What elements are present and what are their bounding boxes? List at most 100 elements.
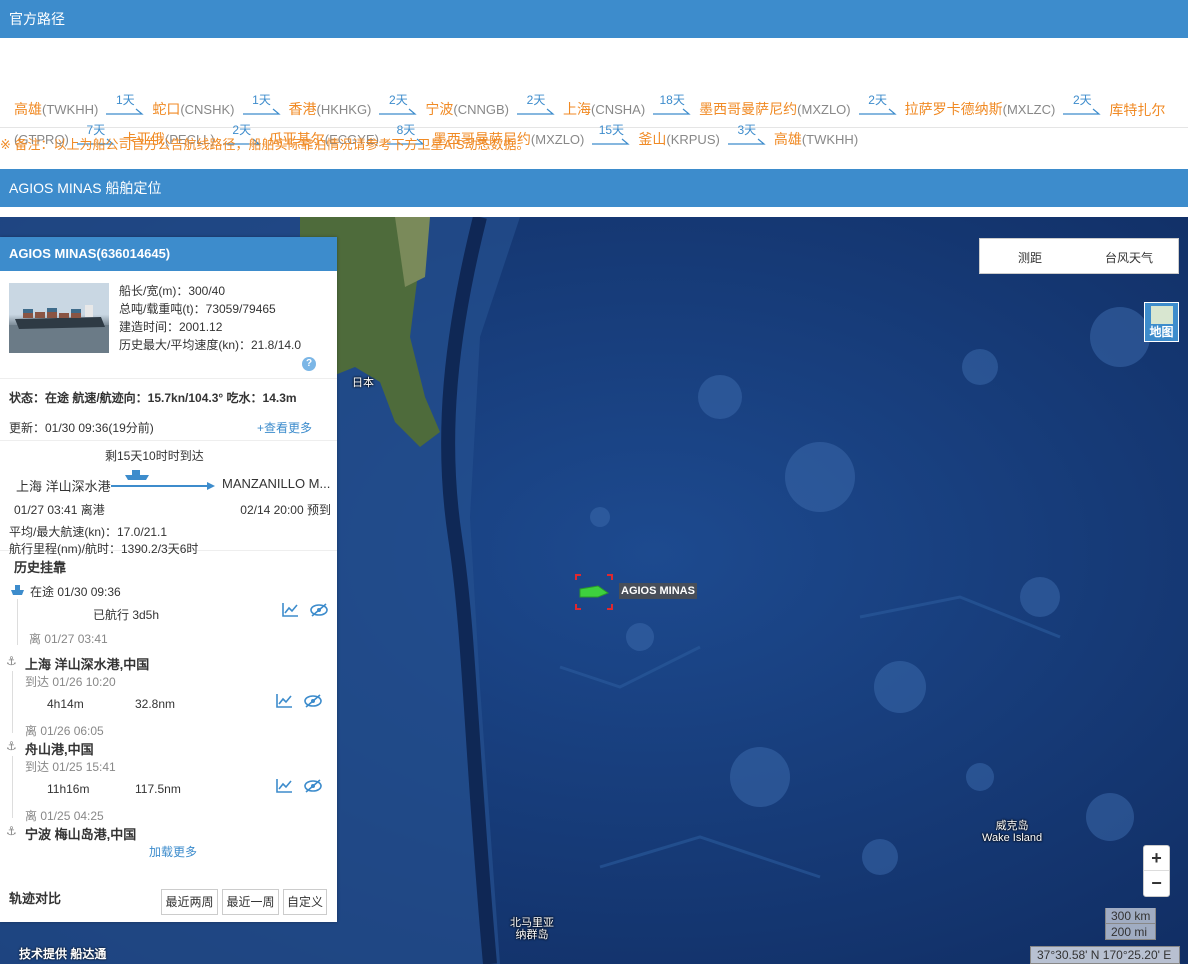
leave-time-1: 离 01/27 03:41: [29, 632, 108, 646]
eye-off-icon[interactable]: [303, 778, 323, 794]
route-port[interactable]: 香港(HKHKG): [289, 99, 372, 120]
map-tools: 测距 台风天气: [979, 238, 1179, 274]
update-time: 更新：01/30 09:36(19分前): [9, 421, 154, 435]
route-section-header: 官方路径: [0, 0, 1188, 38]
view-more-link[interactable]: +查看更多: [257, 419, 312, 436]
leg-arrow-icon: [1063, 108, 1102, 115]
custom-range-button[interactable]: 自定义: [283, 889, 327, 915]
remaining-time: 剩15天10时时到达: [105, 449, 204, 463]
route-port-code: (CNNGB): [453, 102, 509, 117]
leg-arrow-icon: [106, 108, 144, 115]
zoom-out-button[interactable]: −: [1144, 871, 1169, 896]
zoom-in-button[interactable]: +: [1144, 846, 1169, 871]
eye-off-icon[interactable]: [303, 693, 323, 709]
route-leg: 2天: [517, 94, 555, 120]
leg-days: 18天: [659, 93, 685, 107]
port-history: 历史挂靠 在途 01/30 09:36 已航行 3d5h 离 01/27 03:…: [0, 551, 337, 859]
route-line-1: 高雄(TWKHH) 1天 蛇口(CNSHK) 1天 香港(HKHKG) 2天 宁波(CNNG…: [14, 90, 1173, 120]
leg-days: 2天: [389, 93, 408, 107]
route-port[interactable]: 墨西哥曼萨尼约(MXZLO): [699, 99, 850, 120]
last-two-weeks-button[interactable]: 最近两周: [161, 889, 218, 915]
route-leg: 1天: [106, 94, 144, 120]
map-label-wake-island: 威克岛 Wake Island: [982, 820, 1042, 844]
nmi-line-1: 北马里亚: [510, 917, 554, 929]
history-port-1[interactable]: 上海 洋山深水港,中国: [25, 654, 149, 673]
history-actions-3: [275, 778, 323, 794]
leg-arrow-icon: [242, 108, 281, 115]
last-one-week-button[interactable]: 最近一周: [222, 889, 279, 915]
timeline-line: [12, 756, 13, 818]
leg-arrow-icon: [379, 108, 418, 115]
arrive-time-2: 到达 01/25 15:41: [25, 760, 116, 774]
route-port[interactable]: 高雄(TWKHH): [774, 129, 858, 150]
status-line: 状态：在途 航速/航迹向：15.7kn/104.3° 吃水：14.3m: [9, 391, 297, 405]
eta-time: 02/14 20:00 预到: [240, 503, 331, 517]
leave-time-2: 离 01/26 06:05: [25, 724, 104, 738]
map-scale: 300 km 200 mi: [1105, 908, 1157, 940]
map-label-japan: 日本: [352, 377, 374, 389]
scale-km: 300 km: [1105, 908, 1157, 924]
leg-days: 3天: [737, 123, 757, 137]
ship-map-label[interactable]: AGIOS MINAS: [619, 583, 697, 599]
leave-time-3: 离 01/25 04:25: [25, 809, 104, 823]
eye-off-icon[interactable]: [309, 602, 329, 618]
chart-icon[interactable]: [275, 693, 293, 709]
route-port[interactable]: 蛇口(CNSHK): [152, 99, 234, 120]
leg-days: 1天: [115, 93, 135, 107]
spec-speed: 历史最大/平均速度(kn)：21.8/14.0: [119, 338, 302, 352]
route-leg: 2天: [379, 93, 418, 120]
tech-credit: 技术提供 船达通: [19, 947, 107, 961]
anchor-icon: ⚓: [6, 824, 17, 838]
route-port-code: (MXZLO): [797, 102, 851, 117]
load-more-link[interactable]: 加载更多: [149, 843, 197, 860]
leg-days: 15天: [598, 123, 625, 137]
route-port[interactable]: 库特扎尔: [1109, 100, 1165, 120]
typhoon-weather-button[interactable]: 台风天气: [1105, 249, 1153, 266]
timeline-line: [17, 599, 18, 645]
chart-icon[interactable]: [281, 602, 299, 618]
stay-distance-1: 32.8nm: [135, 697, 176, 711]
chart-icon[interactable]: [275, 778, 293, 794]
route-port[interactable]: 拉萨罗卡德纳斯(MXLZC): [905, 99, 1056, 120]
ship-photo[interactable]: [9, 283, 109, 353]
ship-marker[interactable]: [574, 573, 614, 611]
route-port[interactable]: 上海(CNSHA): [563, 99, 645, 120]
measure-distance-button[interactable]: 测距: [1018, 249, 1042, 266]
destination-port[interactable]: MANZANILLO M...: [222, 476, 330, 491]
history-port-3[interactable]: 宁波 梅山岛港,中国: [25, 824, 136, 843]
departure-port[interactable]: 上海 洋山深水港: [16, 476, 111, 495]
stay-distance-2: 117.5nm: [135, 782, 181, 796]
scale-mi: 200 mi: [1105, 924, 1157, 940]
route-port[interactable]: 宁波(CNNGB): [425, 99, 509, 120]
route-port[interactable]: 釜山(KRPUS): [638, 129, 719, 150]
ship-info-panel: AGIOS MINAS(636014645) 船长/宽(m)：300/40 总吨…: [0, 237, 337, 922]
leg-arrow-icon: [727, 138, 766, 145]
route-port-code: (TWKHH): [801, 132, 859, 147]
history-title: 历史挂靠: [14, 560, 67, 575]
route-leg: 2天: [1063, 94, 1102, 120]
route-port-code: (CNSHK): [180, 102, 235, 117]
help-icon[interactable]: ?: [302, 357, 316, 371]
spec-size: 船长/宽(m)：300/40: [119, 284, 226, 298]
leg-arrow-icon: [858, 108, 897, 115]
zoom-control: + −: [1143, 845, 1170, 897]
departure-time: 01/27 03:41 离港: [14, 503, 105, 517]
leg-days: 1天: [252, 93, 271, 107]
route-port-code: (CNSHA): [591, 102, 646, 117]
voyage-summary: 剩15天10时时到达 上海 洋山深水港 MANZANILLO M... 01/2…: [0, 441, 337, 556]
route-leg: 3天: [727, 123, 766, 150]
map-type-label: 地图: [1149, 325, 1174, 339]
history-actions-2: [275, 693, 323, 709]
voyage-arrow-icon: [111, 482, 215, 490]
route-section-title: 官方路径: [9, 11, 65, 27]
official-route: 高雄(TWKHH) 1天 蛇口(CNSHK) 1天 香港(HKHKG) 2天 宁波(CNNG…: [0, 38, 1188, 147]
route-note: ※ 备注：以上为船公司官方公告航线路径，船舶实际靠泊情况请参考下方卫星AIS动态…: [0, 137, 530, 152]
map-type-toggle[interactable]: 地图: [1144, 302, 1179, 342]
wake-island-en: Wake Island: [982, 832, 1043, 844]
history-port-2[interactable]: 舟山港,中国: [25, 739, 94, 758]
route-leg: 18天: [653, 94, 691, 120]
track-compare: 轨迹对比 最近两周 最近一周 自定义: [0, 889, 337, 922]
cursor-coordinates: 37°30.58' N 170°25.20' E: [1030, 946, 1180, 964]
route-port[interactable]: 高雄(TWKHH): [14, 99, 98, 120]
route-leg: 15天: [592, 123, 631, 150]
